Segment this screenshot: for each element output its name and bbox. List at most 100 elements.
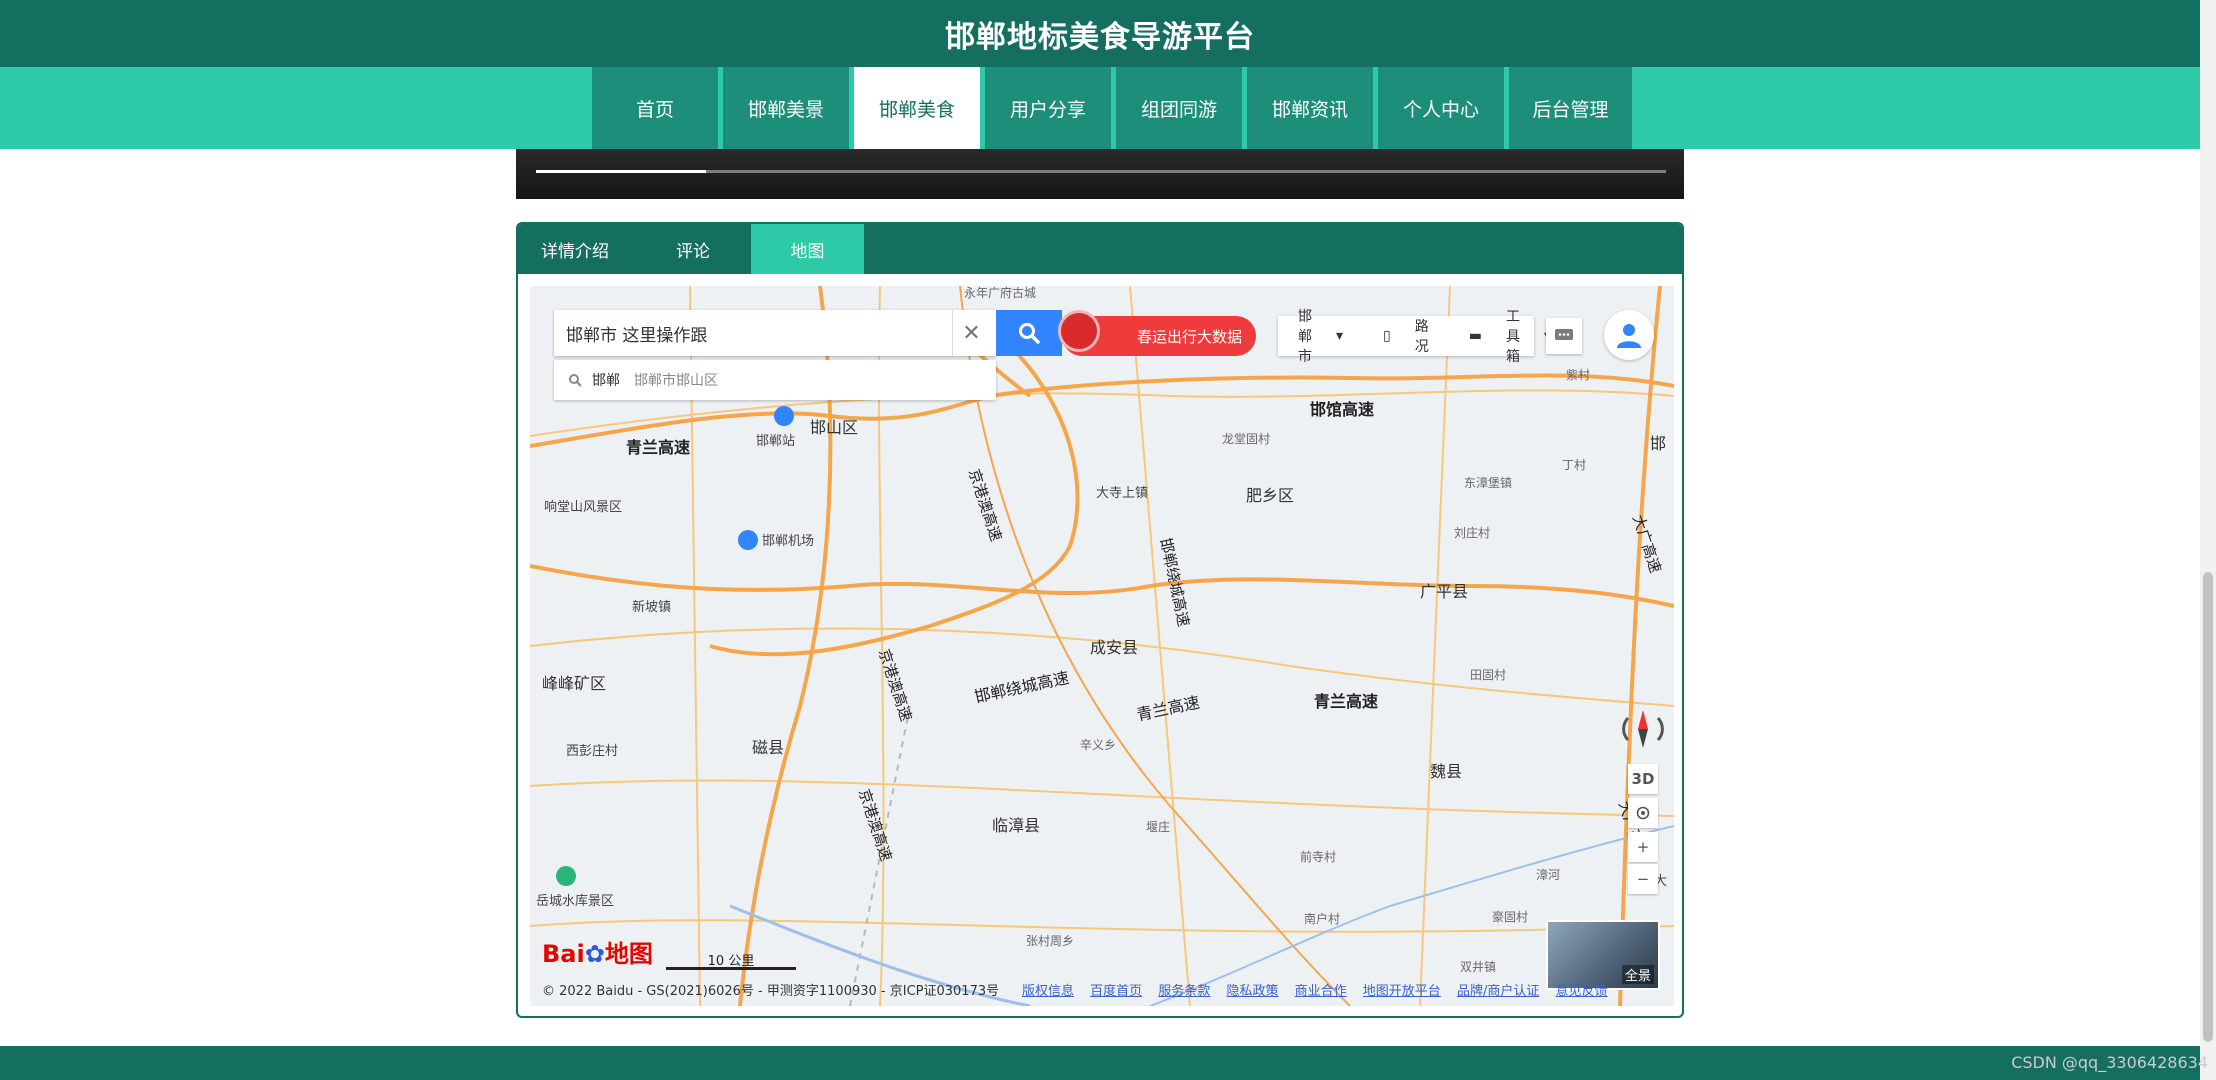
site-header: 邯郸地标美食导游平台 xyxy=(0,0,2200,67)
zoom-in-button[interactable]: + xyxy=(1628,832,1658,862)
detail-tabs: 详情介绍 评论 地图 xyxy=(518,224,1682,274)
image-carousel xyxy=(516,149,1684,199)
toolbox-label: 工具箱 xyxy=(1505,309,1520,365)
map-scale: 10 公里 xyxy=(666,950,796,970)
search-icon xyxy=(1019,323,1040,344)
map-label-xidu: 西彭庄村 xyxy=(566,744,619,759)
locate-icon xyxy=(1636,806,1650,820)
map-label-dingcun: 丁村 xyxy=(1562,458,1587,472)
map-search-box: ✕ xyxy=(554,310,996,356)
link-terms[interactable]: 服务条款 xyxy=(1158,984,1210,999)
map-label-qiancun: 前寺村 xyxy=(1300,850,1337,864)
baidu-logo-text: Bai xyxy=(542,940,585,968)
chevron-down-icon: ▾ xyxy=(1336,328,1344,344)
link-open-platform[interactable]: 地图开放平台 xyxy=(1363,984,1441,999)
map-label-gouxian: 豪固村 xyxy=(1492,910,1529,924)
carousel-progress-fill xyxy=(536,170,706,173)
link-privacy[interactable]: 隐私政策 xyxy=(1226,984,1278,999)
site-title: 邯郸地标美食导游平台 xyxy=(945,19,1255,55)
map-label-xinyi: 辛义乡 xyxy=(1080,738,1117,752)
map-label-nanhu: 南户村 xyxy=(1304,912,1341,926)
panorama-label: 全景 xyxy=(1621,965,1654,984)
map-label-zhangzhuang: 张村周乡 xyxy=(1026,934,1075,948)
nav-item-news[interactable]: 邯郸资讯 xyxy=(1247,67,1373,149)
tab-details[interactable]: 详情介绍 xyxy=(526,224,624,274)
map-search-input[interactable] xyxy=(566,313,946,353)
link-copyright-info[interactable]: 版权信息 xyxy=(1022,984,1074,999)
map-label-yongnian: 永年广府古城 xyxy=(964,286,1037,300)
search-clear-icon[interactable]: ✕ xyxy=(952,310,990,356)
tab-comments[interactable]: 评论 xyxy=(644,224,742,274)
baidu-map[interactable]: 永年广府古城 邯郸站 邯山区 邯郸机场 响堂山风景区 新坡镇 峰峰矿区 西彭庄村… xyxy=(530,286,1674,1006)
suggestion-city: 邯郸 xyxy=(592,373,620,389)
map-label-handan-guan: 邯馆高速 xyxy=(1310,400,1375,419)
map-label-yuecheng: 岳城水库景区 xyxy=(536,894,615,909)
map-label-handan-station: 邯郸站 xyxy=(756,434,796,449)
nav-item-home[interactable]: 首页 xyxy=(592,67,718,149)
nav-item-group-tour[interactable]: 组团同游 xyxy=(1116,67,1242,149)
locate-button[interactable] xyxy=(1628,798,1658,828)
nav-item-profile[interactable]: 个人中心 xyxy=(1378,67,1504,149)
traffic-label: 路况 xyxy=(1414,319,1429,355)
map-label-wei: 魏县 xyxy=(1430,762,1463,781)
map-copyright: © 2022 Baidu - GS(2021)6026号 - 甲测资字11009… xyxy=(542,984,1000,999)
map-label-chengan: 成安县 xyxy=(1090,638,1139,657)
compass-control[interactable] xyxy=(1620,706,1666,752)
map-label-dongyang: 东漳堡镇 xyxy=(1464,476,1513,490)
map-label-xinpo: 新坡镇 xyxy=(632,600,672,615)
link-baidu-home[interactable]: 百度首页 xyxy=(1090,984,1142,999)
toolbox-icon: ▬ xyxy=(1468,328,1482,344)
map-logo-label: 地图 xyxy=(604,940,653,968)
nav-items: 首页 邯郸美景 邯郸美食 用户分享 组团同游 邯郸资讯 个人中心 后台管理 xyxy=(592,67,1637,149)
map-3d-button[interactable]: 3D xyxy=(1628,764,1658,794)
promo-label: 春运出行大数据 xyxy=(1136,327,1242,346)
suggestion-area: 邯郸市邯山区 xyxy=(634,373,718,389)
map-label-qinglan-left: 青兰高速 xyxy=(626,438,691,457)
nav-item-admin[interactable]: 后台管理 xyxy=(1509,67,1632,149)
link-feedback[interactable]: 意见反馈 xyxy=(1555,984,1607,999)
map-toolbar: 邯郸市 ▾ ▯ 路况 ▬ 工具箱 ▾ xyxy=(1278,309,1551,365)
map-label-longwang: 龙堂固村 xyxy=(1222,432,1271,446)
map-label-ziyi: 紫村 xyxy=(1566,368,1591,382)
map-label-hanshan: 邯山区 xyxy=(810,418,859,437)
map-label-dasi: 大寺上镇 xyxy=(1096,486,1149,501)
map-label-guangping: 广平县 xyxy=(1420,582,1469,601)
footer-bar xyxy=(0,1046,2200,1080)
map-label-zhengting: 堰庄 xyxy=(1146,820,1171,834)
carousel-progress-track[interactable] xyxy=(536,170,1666,173)
user-icon xyxy=(1617,324,1641,348)
tab-map[interactable]: 地图 xyxy=(751,224,864,274)
map-label-fengfeng: 峰峰矿区 xyxy=(542,674,607,693)
baidu-map-logo[interactable]: Bai✿地图 xyxy=(542,934,653,969)
message-icon xyxy=(1555,329,1573,340)
traffic-light-icon: ▯ xyxy=(1383,328,1391,344)
map-search-button[interactable] xyxy=(996,310,1062,356)
nav-item-scenery[interactable]: 邯郸美景 xyxy=(723,67,849,149)
map-label-ci: 磁县 xyxy=(752,738,785,757)
map-label-liuzhuang: 刘庄村 xyxy=(1454,526,1491,540)
scrollbar-thumb[interactable] xyxy=(2203,572,2213,1042)
city-selector[interactable]: 邯郸市 ▾ xyxy=(1278,306,1363,366)
detail-panel: 详情介绍 评论 地图 永年广府古城 邯郸站 邯山区 邯郸机场 响堂山风景区 新坡… xyxy=(516,222,1684,1018)
page-scrollbar[interactable] xyxy=(2200,0,2216,1080)
map-label-qinglan-right: 青兰高速 xyxy=(1314,692,1379,711)
main-nav: 首页 邯郸美景 邯郸美食 用户分享 组团同游 邯郸资讯 个人中心 后台管理 xyxy=(0,67,2200,149)
map-label-xiangtang: 响堂山风景区 xyxy=(544,500,623,515)
map-footer-links: 版权信息 百度首页 服务条款 隐私政策 商业合作 地图开放平台 品牌/商户认证 … xyxy=(1022,980,1619,999)
map-label-zhanghe: 漳河 xyxy=(1536,868,1561,882)
link-brand-cert[interactable]: 品牌/商户认证 xyxy=(1457,984,1539,999)
map-label-shuangjing: 双井镇 xyxy=(1460,960,1497,974)
traffic-toggle[interactable]: ▯ 路况 xyxy=(1363,316,1449,356)
zoom-out-button[interactable]: − xyxy=(1628,864,1658,894)
map-label-tiangucun: 田固村 xyxy=(1470,668,1507,682)
csdn-watermark: CSDN @qq_3306428634 xyxy=(2011,1053,2208,1072)
link-business[interactable]: 商业合作 xyxy=(1295,984,1347,999)
search-suggestion[interactable]: 邯郸 邯郸市邯山区 xyxy=(554,360,996,400)
user-avatar-button[interactable] xyxy=(1604,310,1654,360)
nav-item-user-share[interactable]: 用户分享 xyxy=(985,67,1111,149)
map-label-feixiang: 肥乡区 xyxy=(1246,486,1295,505)
nav-item-food[interactable]: 邯郸美食 xyxy=(854,67,980,149)
map-label-handan-right: 邯 xyxy=(1650,434,1667,453)
map-label-linzhang: 临漳县 xyxy=(992,816,1041,835)
message-button[interactable] xyxy=(1546,318,1582,354)
